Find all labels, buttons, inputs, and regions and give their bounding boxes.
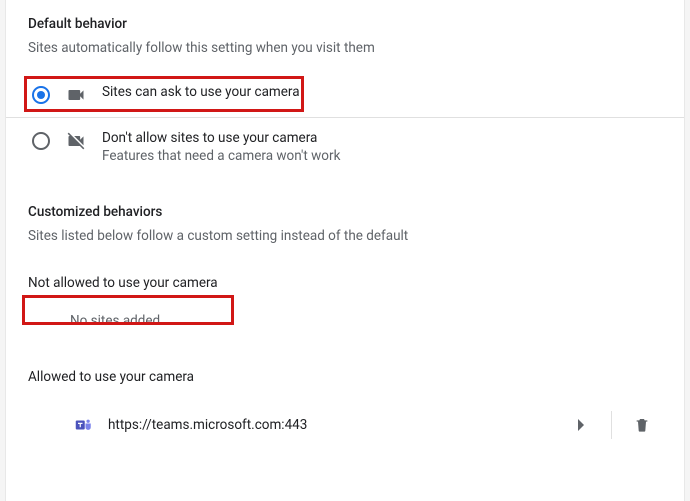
site-row[interactable]: https://teams.microsoft.com:443 — [28, 403, 662, 447]
default-behavior-title: Default behavior — [28, 16, 662, 32]
camera-on-icon — [66, 85, 86, 105]
site-details-button[interactable] — [565, 409, 597, 441]
option-block[interactable]: Don't allow sites to use your camera Fea… — [28, 118, 662, 176]
delete-site-button[interactable] — [626, 409, 658, 441]
teams-icon — [74, 415, 94, 435]
allowed-heading: Allowed to use your camera — [28, 369, 662, 385]
radio-block[interactable] — [32, 132, 50, 150]
site-url: https://teams.microsoft.com:443 — [108, 417, 307, 433]
option-ask[interactable]: Sites can ask to use your camera — [28, 72, 662, 117]
option-block-label: Don't allow sites to use your camera — [102, 130, 658, 146]
option-block-sublabel: Features that need a camera won't work — [102, 148, 658, 164]
not-allowed-empty: No sites added — [70, 313, 662, 329]
option-ask-label: Sites can ask to use your camera — [102, 84, 658, 100]
default-behavior-subtitle: Sites automatically follow this setting … — [28, 40, 662, 58]
customized-subtitle: Sites listed below follow a custom setti… — [28, 228, 662, 246]
radio-ask[interactable] — [32, 86, 50, 104]
divider-vertical — [611, 411, 612, 439]
customized-title: Customized behaviors — [28, 204, 662, 220]
camera-off-icon — [66, 131, 86, 151]
not-allowed-heading: Not allowed to use your camera — [28, 275, 662, 291]
